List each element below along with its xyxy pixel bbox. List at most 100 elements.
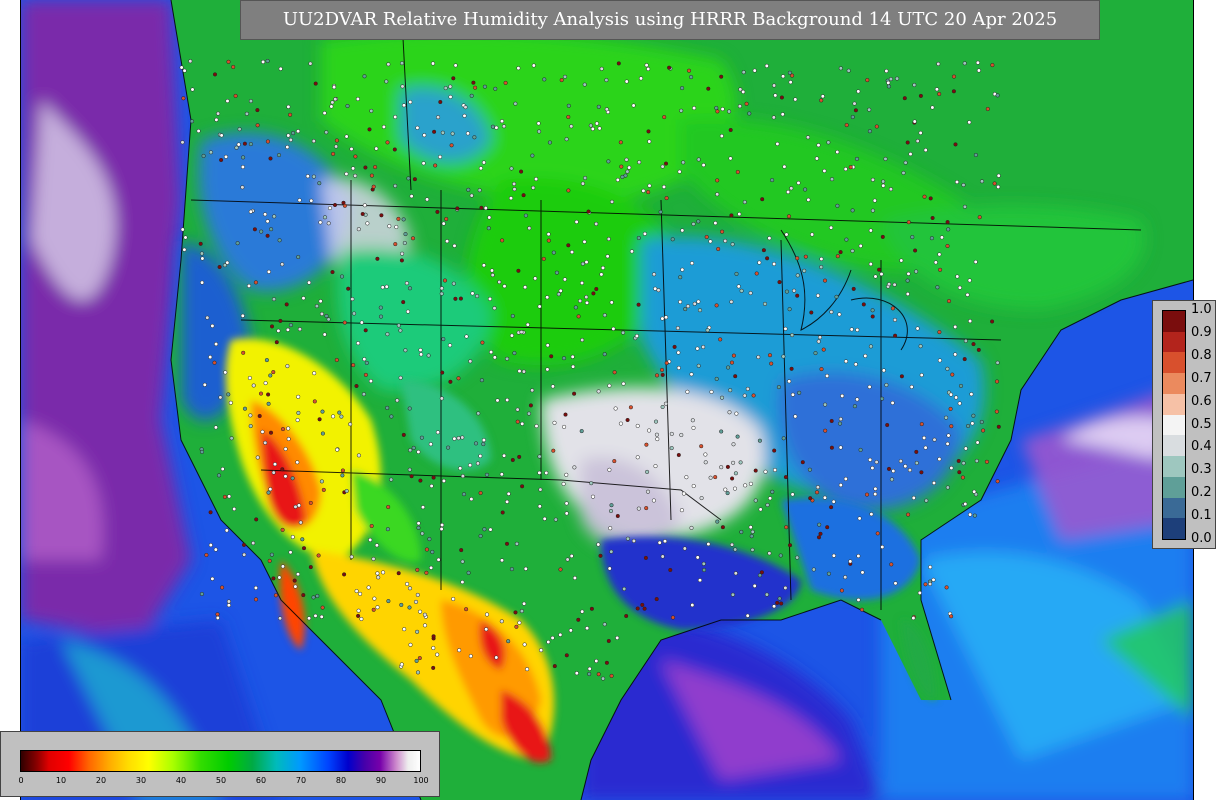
station-marker [484,612,490,617]
station-marker [852,404,857,409]
station-marker [985,106,990,112]
station-marker [615,177,620,182]
station-marker [748,481,753,486]
station-marker [248,142,253,147]
station-marker [873,492,878,497]
station-marker [468,463,473,468]
station-marker [881,183,886,188]
station-marker [251,383,256,388]
station-marker [268,430,274,435]
station-marker [848,165,853,170]
station-marker [470,291,475,296]
station-marker [723,238,728,243]
station-marker [486,226,491,231]
station-marker [945,220,950,225]
station-marker [937,457,942,462]
station-marker [783,585,788,590]
station-marker [339,274,345,279]
station-marker [754,271,759,276]
station-marker [819,265,824,270]
station-marker [537,504,542,509]
station-marker [533,276,538,281]
station-marker [330,270,335,275]
station-marker [720,107,725,112]
station-marker [335,447,340,452]
station-marker [692,106,697,111]
station-marker [212,72,218,77]
station-marker [544,470,549,475]
station-marker [216,473,222,478]
station-marker [848,559,853,564]
station-marker [244,111,249,116]
station-marker [401,103,407,108]
station-marker [743,483,748,488]
station-marker [609,503,614,508]
station-marker [446,445,451,450]
station-marker [208,543,213,548]
station-marker [930,215,935,221]
station-marker [300,537,305,542]
station-marker [438,99,443,105]
station-marker [636,235,641,241]
station-marker [928,196,933,201]
station-marker [351,166,356,171]
station-marker [973,259,978,264]
station-marker [792,288,797,293]
station-marker [526,411,532,416]
station-marker [910,235,915,240]
station-marker [489,350,494,355]
station-marker [831,553,836,558]
station-marker [699,444,704,449]
station-marker [656,288,661,293]
station-marker [361,392,366,397]
station-marker [957,401,962,406]
station-marker [196,128,201,134]
station-marker [413,599,419,604]
station-marker [408,100,413,105]
station-marker [931,577,936,582]
station-marker [786,214,792,219]
station-marker [582,239,587,244]
station-marker [870,208,875,213]
station-marker [523,285,528,290]
station-marker [730,242,735,247]
station-marker [951,74,957,79]
station-marker [784,525,789,530]
station-marker [638,76,644,81]
station-marker [783,475,788,480]
station-marker [858,243,863,248]
station-marker [315,593,320,599]
station-marker [427,537,432,542]
station-marker [788,80,793,85]
station-marker [569,250,575,255]
station-marker [708,239,713,244]
station-marker [307,616,312,621]
station-marker [510,313,515,319]
station-marker [635,455,640,460]
station-marker [612,459,617,464]
station-marker [420,531,425,536]
station-marker [580,261,585,266]
station-marker [248,424,253,429]
station-marker [314,304,319,309]
station-marker [220,466,225,472]
station-marker [228,400,233,405]
station-marker [393,183,398,188]
station-marker [502,453,507,458]
station-marker [354,589,359,594]
station-marker [398,328,403,333]
station-marker [908,152,913,157]
station-marker [517,369,522,374]
station-marker [696,219,701,224]
station-marker [311,174,316,179]
station-marker [715,519,720,524]
station-marker [607,383,612,388]
station-marker [662,115,667,120]
station-marker [585,626,590,631]
station-marker [179,65,184,70]
station-marker [784,289,789,294]
station-marker [292,578,297,583]
station-marker [853,362,858,367]
station-marker [579,280,585,286]
station-marker [400,251,405,256]
